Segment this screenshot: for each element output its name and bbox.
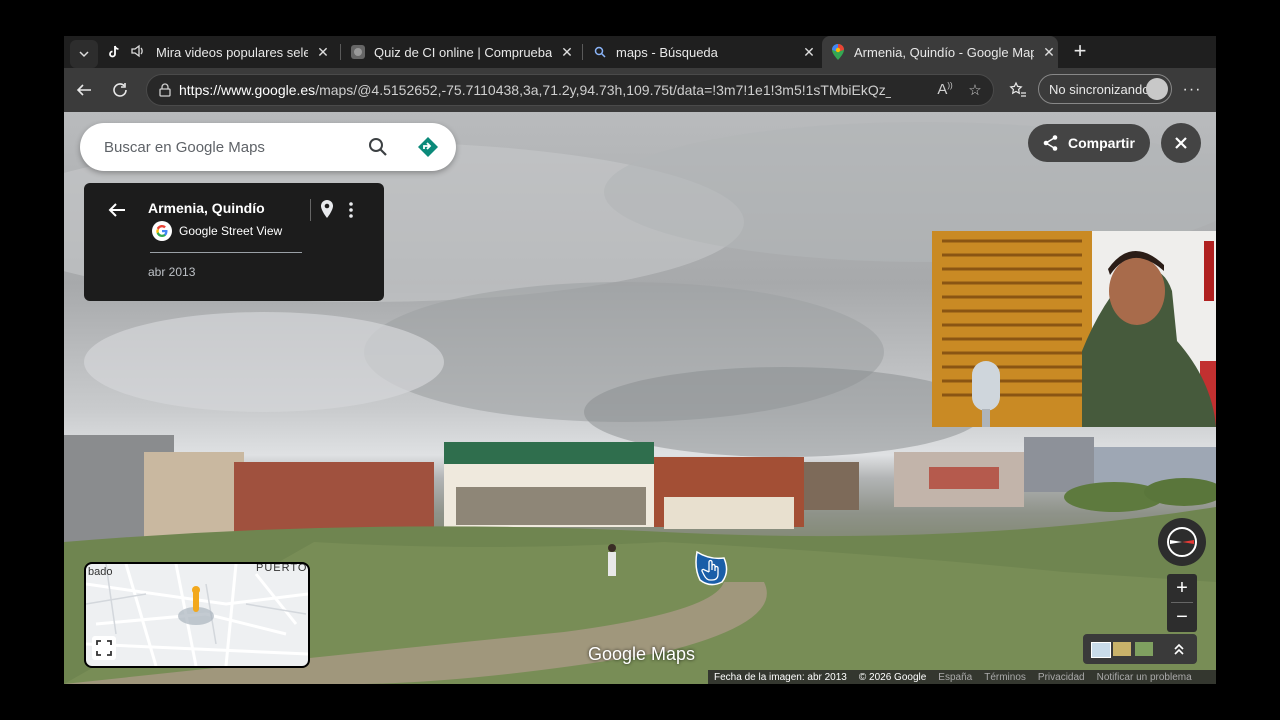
compass-icon: [1167, 527, 1197, 557]
capture-date[interactable]: abr 2013: [148, 265, 195, 279]
lock-icon[interactable]: [157, 82, 173, 98]
search-input-placeholder[interactable]: Buscar en Google Maps: [104, 139, 265, 156]
street-view-info-card: Armenia, Quindío Google Street View abr …: [84, 183, 384, 301]
close-tab-icon[interactable]: ✕: [558, 44, 576, 61]
minimap[interactable]: bado PUERTO: [84, 562, 310, 668]
chevron-down-icon: [79, 51, 89, 58]
maps-search-box[interactable]: Buscar en Google Maps: [80, 123, 456, 171]
terms-link[interactable]: Términos: [984, 672, 1026, 683]
reload-button[interactable]: [108, 78, 132, 102]
place-title[interactable]: Armenia, Quindío: [148, 200, 265, 216]
back-button[interactable]: [72, 78, 96, 102]
tab-title: Quiz de CI online | Comprueba tu: [374, 44, 552, 60]
webcam-overlay: [932, 231, 1216, 427]
minimap-streets: [86, 564, 308, 666]
tab-actions-menu-button[interactable]: [70, 40, 98, 68]
divider: [150, 252, 302, 253]
share-label: Compartir: [1068, 135, 1135, 151]
share-button[interactable]: Compartir: [1028, 124, 1150, 162]
zoom-in-button[interactable]: +: [1167, 574, 1197, 602]
favorites-list-icon: [1009, 81, 1026, 97]
source-label: Google Street View: [179, 224, 283, 238]
url-path: /maps/@4.5152652,-75.7110438,3a,71.2y,94…: [315, 82, 891, 98]
layer-thumbnail[interactable]: [1091, 642, 1111, 658]
tab-title: Armenia, Quindío - Google Maps: [854, 44, 1034, 60]
country-link[interactable]: España: [938, 672, 972, 683]
expand-up-icon[interactable]: [1171, 641, 1187, 657]
report-problem-link[interactable]: Notificar un problema: [1097, 672, 1192, 683]
close-tab-icon[interactable]: ✕: [314, 44, 332, 61]
quiz-icon: [350, 44, 366, 60]
minimap-label: PUERTO: [256, 562, 308, 574]
maps-footer: Fecha de la imagen: abr 2013 © 2026 Goog…: [708, 670, 1216, 684]
tab-title: Mira videos populares selec: [156, 44, 308, 60]
url-host: https://www.google.es: [179, 82, 316, 98]
compass-button[interactable]: [1158, 518, 1206, 566]
tab-divider: [582, 44, 583, 60]
arrow-left-icon[interactable]: [106, 199, 128, 221]
fullscreen-icon: [96, 640, 112, 656]
directions-icon[interactable]: [416, 135, 440, 159]
tab-google-maps[interactable]: Armenia, Quindío - Google Maps ✕: [822, 36, 1058, 68]
tab-quiz[interactable]: Quiz de CI online | Comprueba tu ✕: [350, 36, 576, 68]
arrow-left-icon: [76, 84, 91, 96]
favorite-star-icon[interactable]: ☆: [965, 81, 985, 101]
url-text[interactable]: https://www.google.es/maps/@4.5152652,-7…: [179, 82, 891, 98]
tab-search[interactable]: maps - Búsqueda ✕: [592, 36, 818, 68]
avatar: [1146, 78, 1168, 100]
zoom-out-button[interactable]: −: [1167, 603, 1197, 631]
close-icon: [1175, 137, 1187, 149]
webcam-image: [932, 231, 1216, 427]
close-street-view-button[interactable]: [1161, 123, 1201, 163]
google-maps-logo: Google Maps: [588, 644, 696, 664]
profile-sync-button[interactable]: No sincronizando: [1038, 74, 1172, 104]
tiktok-icon: [106, 44, 122, 60]
sync-label: No sincronizando: [1049, 81, 1150, 97]
search-icon: [592, 44, 608, 60]
more-horizontal-icon: ···: [1182, 81, 1202, 98]
zoom-controls: + −: [1167, 574, 1197, 632]
tab-title: maps - Búsqueda: [616, 44, 718, 60]
google-maps-icon: [830, 44, 846, 60]
share-icon: [1043, 135, 1058, 151]
street-view-cursor-icon[interactable]: [692, 548, 730, 588]
address-bar[interactable]: https://www.google.es/maps/@4.5152652,-7…: [146, 74, 994, 106]
favorites-button[interactable]: [1006, 78, 1030, 102]
close-tab-icon[interactable]: ✕: [800, 44, 818, 61]
expand-map-button[interactable]: [92, 636, 116, 660]
tab-tiktok[interactable]: Mira videos populares selec ✕: [106, 36, 332, 68]
address-toolbar: https://www.google.es/maps/@4.5152652,-7…: [64, 68, 1216, 112]
read-aloud-icon[interactable]: A)): [935, 81, 955, 101]
settings-more-button[interactable]: ···: [1180, 78, 1204, 102]
layers-panel[interactable]: [1083, 634, 1197, 664]
new-tab-button[interactable]: +: [1068, 40, 1092, 64]
minimap-label: bado: [88, 566, 113, 578]
close-tab-icon[interactable]: ✕: [1040, 44, 1058, 61]
tab-strip: Mira videos populares selec ✕ Quiz de CI…: [64, 36, 1216, 68]
street-view-panorama[interactable]: Buscar en Google Maps Armenia, Quindío G…: [64, 112, 1216, 684]
search-icon[interactable]: [366, 135, 390, 159]
more-vertical-icon[interactable]: [346, 200, 356, 220]
tab-divider: [340, 44, 341, 60]
copyright-label: © 2026 Google: [858, 671, 927, 683]
layer-thumbnail[interactable]: [1135, 642, 1153, 656]
speaker-icon[interactable]: [130, 43, 146, 62]
image-date-label: Fecha de la imagen: abr 2013: [714, 671, 847, 683]
privacy-link[interactable]: Privacidad: [1038, 672, 1085, 683]
browser-window: Mira videos populares selec ✕ Quiz de CI…: [64, 36, 1216, 684]
layer-thumbnail[interactable]: [1113, 642, 1131, 656]
reload-icon: [113, 83, 127, 97]
google-logo-icon: [152, 221, 172, 241]
divider: [310, 199, 311, 221]
location-pin-icon[interactable]: [318, 199, 336, 219]
